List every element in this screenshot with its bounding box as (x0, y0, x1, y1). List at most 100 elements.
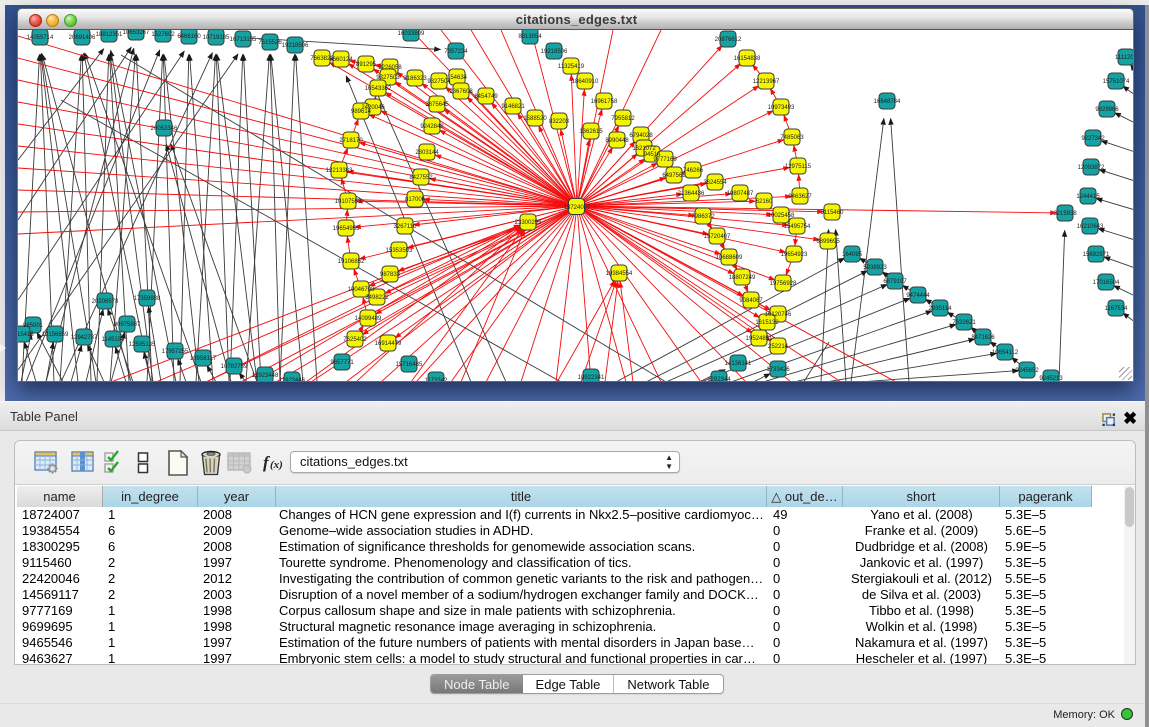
svg-text:2718170: 2718170 (339, 138, 363, 144)
svg-text:1111204: 1111204 (1115, 55, 1134, 61)
svg-text:18812351: 18812351 (96, 32, 123, 38)
svg-text:6899695: 6899695 (816, 239, 840, 245)
svg-text:10719185: 10719185 (203, 35, 230, 41)
svg-text:7485063: 7485063 (780, 135, 804, 141)
svg-text:8813054: 8813054 (518, 34, 542, 40)
svg-text:7515526: 7515526 (258, 40, 282, 46)
svg-text:18807249: 18807249 (729, 275, 756, 281)
svg-text:12942737: 12942737 (71, 335, 98, 341)
svg-text:3215938: 3215938 (1053, 211, 1077, 217)
svg-text:17016504: 17016504 (1093, 280, 1120, 286)
svg-text:985001: 985001 (23, 323, 44, 329)
svg-text:1362615: 1362615 (579, 129, 603, 135)
svg-text:7357224: 7357224 (444, 49, 468, 55)
svg-text:20691406: 20691406 (69, 35, 96, 41)
svg-text:8427552: 8427552 (409, 175, 433, 181)
svg-text:6879197: 6879197 (883, 279, 907, 285)
svg-text:19524851: 19524851 (746, 336, 773, 342)
svg-text:10922341: 10922341 (578, 375, 605, 381)
svg-text:8990448: 8990448 (605, 138, 629, 144)
svg-text:10046708: 10046708 (348, 287, 375, 293)
svg-text:14055714: 14055714 (27, 35, 54, 41)
svg-text:9657771: 9657771 (330, 360, 354, 366)
svg-text:16120746: 16120746 (765, 312, 792, 318)
svg-text:9777169: 9777169 (653, 157, 677, 163)
svg-text:3226058: 3226058 (378, 65, 402, 71)
svg-text:10653267: 10653267 (123, 30, 150, 36)
svg-text:17957255: 17957255 (162, 349, 189, 355)
svg-text:8186323: 8186323 (403, 76, 427, 82)
svg-text:(x): (x) (270, 459, 283, 471)
svg-text:3624554: 3624554 (703, 180, 727, 186)
svg-text:11325419: 11325419 (558, 64, 585, 70)
svg-text:21364436: 21364436 (678, 191, 705, 197)
svg-text:10688609: 10688609 (716, 255, 743, 261)
svg-text:1733426: 1733426 (766, 367, 790, 373)
svg-text:1244415: 1244415 (1076, 194, 1100, 200)
svg-text:16713155: 16713155 (230, 37, 257, 43)
svg-text:8471626: 8471626 (971, 335, 995, 341)
svg-text:6794028: 6794028 (629, 133, 653, 139)
svg-text:6466160: 6466160 (177, 34, 201, 40)
svg-text:16210643: 16210643 (1077, 224, 1104, 230)
svg-text:2803144: 2803144 (415, 150, 439, 156)
svg-text:3875645: 3875645 (425, 102, 449, 108)
svg-text:9329966: 9329966 (1095, 107, 1119, 113)
svg-text:10654112: 10654112 (992, 350, 1019, 356)
svg-text:154634: 154634 (447, 75, 468, 81)
svg-text:9146821: 9146821 (501, 104, 525, 110)
svg-text:12505135: 12505135 (129, 342, 156, 348)
svg-text:12093872: 12093872 (1078, 165, 1105, 171)
svg-text:7625402: 7625402 (343, 337, 367, 343)
svg-text:16154838: 16154838 (734, 56, 761, 62)
svg-text:9115460: 9115460 (821, 210, 845, 216)
svg-text:16033809: 16033809 (398, 31, 425, 37)
svg-text:891295: 891295 (356, 62, 377, 68)
svg-text:20053346: 20053346 (151, 126, 178, 132)
svg-text:16914479: 16914479 (375, 341, 402, 347)
svg-text:7632621: 7632621 (952, 320, 976, 326)
svg-text:19654955: 19654955 (333, 226, 360, 232)
svg-text:10107553: 10107553 (335, 199, 362, 205)
svg-text:8660124: 8660124 (329, 57, 353, 63)
svg-text:14136141: 14136141 (725, 361, 752, 367)
svg-text:9245213: 9245213 (1039, 376, 1063, 382)
svg-text:10025458: 10025458 (768, 213, 795, 219)
svg-text:16543362: 16543362 (365, 86, 392, 92)
svg-text:19756928: 19756928 (770, 281, 797, 287)
svg-text:1292344: 1292344 (707, 377, 731, 382)
svg-text:20206578: 20206578 (92, 299, 119, 305)
svg-text:20876612: 20876612 (715, 37, 742, 43)
svg-text:832203: 832203 (549, 119, 570, 125)
svg-text:15353593: 15353593 (386, 248, 413, 254)
svg-text:10973493: 10973493 (768, 105, 795, 111)
svg-text:15495754: 15495754 (784, 224, 811, 230)
svg-text:1615132: 1615132 (755, 320, 779, 326)
svg-text:164095: 164095 (842, 252, 863, 258)
svg-text:12156859: 12156859 (42, 332, 69, 338)
svg-text:9474444: 9474444 (906, 293, 930, 299)
svg-text:3267110: 3267110 (394, 224, 418, 230)
svg-text:11923446: 11923446 (279, 378, 306, 382)
svg-text:18640910: 18640910 (572, 79, 599, 85)
svg-text:18724007: 18724007 (564, 205, 591, 211)
svg-text:2935114: 2935114 (929, 306, 953, 312)
svg-text:62160: 62160 (756, 199, 773, 205)
svg-text:16961758: 16961758 (591, 99, 618, 105)
svg-text:10782759: 10782759 (221, 364, 248, 370)
svg-text:12975115: 12975115 (785, 164, 812, 170)
svg-text:9463627: 9463627 (788, 194, 812, 200)
svg-text:1588520: 1588520 (523, 116, 547, 122)
svg-text:12923448: 12923448 (252, 373, 279, 379)
svg-text:19218506: 19218506 (541, 49, 568, 55)
svg-text:3498222: 3498222 (365, 295, 389, 301)
svg-text:19218506: 19218506 (282, 43, 309, 49)
svg-text:8454749: 8454749 (474, 94, 498, 100)
svg-text:987833: 987833 (380, 272, 401, 278)
svg-text:9327503: 9327503 (376, 75, 400, 81)
svg-text:9242848: 9242848 (420, 124, 444, 130)
svg-text:23300295: 23300295 (515, 220, 542, 226)
svg-text:746266: 746266 (683, 168, 704, 174)
svg-text:3915413: 3915413 (18, 332, 34, 338)
svg-text:2367608: 2367608 (449, 89, 473, 95)
